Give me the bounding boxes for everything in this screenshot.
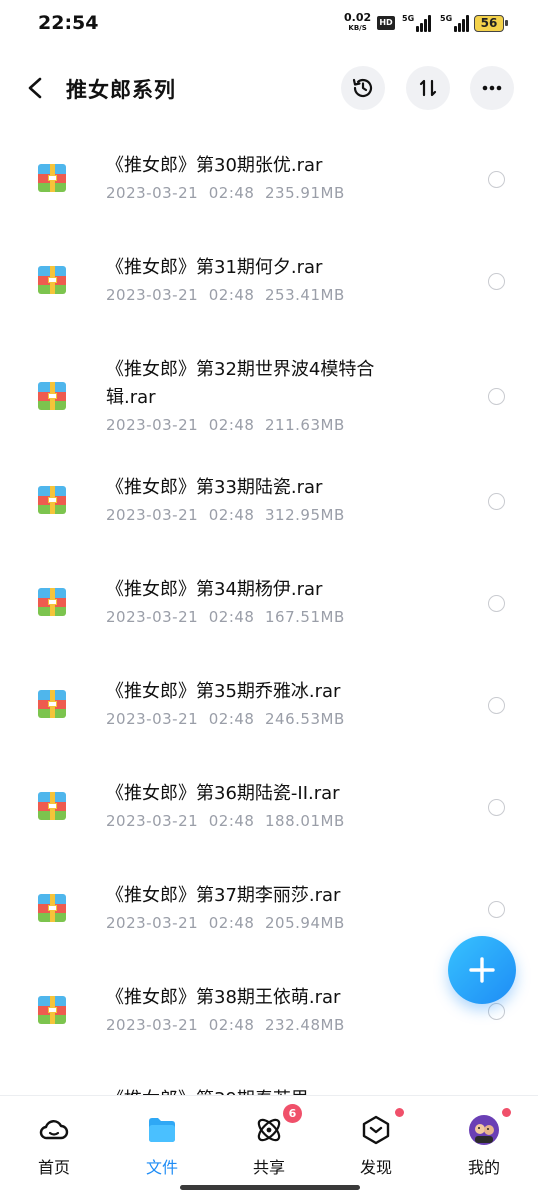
file-row[interactable]: 《推女郎》第32期世界波4模特合辑.rar 2023-03-21 02:48 2… bbox=[0, 344, 538, 454]
file-row[interactable]: 《推女郎》第31期何夕.rar 2023-03-21 02:48 253.41M… bbox=[0, 242, 538, 342]
file-meta: 2023-03-21 02:48 253.41MB bbox=[106, 286, 345, 304]
file-meta: 2023-03-21 02:48 235.91MB bbox=[106, 184, 345, 202]
avatar-icon bbox=[469, 1115, 499, 1145]
back-arrow-icon bbox=[28, 77, 42, 99]
more-button[interactable] bbox=[470, 66, 514, 110]
select-radio[interactable] bbox=[488, 799, 505, 816]
file-meta: 2023-03-21 02:48 232.48MB bbox=[106, 1016, 345, 1034]
sort-button[interactable] bbox=[406, 66, 450, 110]
signal-icon: 5G bbox=[402, 14, 432, 32]
file-row[interactable]: 《推女郎》第30期张优.rar 2023-03-21 02:48 235.91M… bbox=[0, 140, 538, 240]
file-row[interactable]: 《推女郎》第35期乔雅冰.rar 2023-03-21 02:48 246.53… bbox=[0, 666, 538, 766]
nav-item-share[interactable]: 6 共享 bbox=[229, 1104, 309, 1180]
file-meta: 2023-03-21 02:48 205.94MB bbox=[106, 914, 345, 932]
file-name: 《推女郎》第30期张优.rar bbox=[106, 155, 323, 176]
nav-item-discover[interactable]: 发现 bbox=[336, 1108, 416, 1180]
notification-badge: 6 bbox=[283, 1104, 302, 1123]
header: 推女郎系列 bbox=[0, 60, 538, 116]
notification-dot bbox=[502, 1108, 511, 1117]
nav-label: 我的 bbox=[467, 1158, 500, 1177]
select-radio[interactable] bbox=[488, 595, 505, 612]
network-speed: 0.02 KB/S bbox=[344, 11, 372, 32]
discover-icon bbox=[362, 1115, 390, 1145]
file-meta: 2023-03-21 02:48 211.63MB bbox=[106, 416, 345, 434]
nav-item-files[interactable]: 文件 bbox=[122, 1110, 202, 1180]
sort-icon bbox=[419, 79, 437, 97]
cloud-icon bbox=[39, 1120, 69, 1140]
archive-icon bbox=[38, 792, 66, 820]
file-row[interactable]: 《推女郎》第33期陆瓷.rar 2023-03-21 02:48 312.95M… bbox=[0, 462, 538, 562]
add-button[interactable] bbox=[448, 936, 516, 1004]
page-title: 推女郎系列 bbox=[66, 78, 176, 102]
archive-icon bbox=[38, 382, 66, 410]
hd-voice-icon: HD bbox=[377, 16, 395, 30]
file-meta: 2023-03-21 02:48 167.51MB bbox=[106, 608, 345, 626]
select-radio[interactable] bbox=[488, 171, 505, 188]
nav-label: 文件 bbox=[145, 1158, 178, 1177]
file-name: 《推女郎》第39期秦若思.rar bbox=[106, 1086, 426, 1095]
select-radio[interactable] bbox=[488, 697, 505, 714]
select-radio[interactable] bbox=[488, 493, 505, 510]
file-name: 《推女郎》第36期陆瓷-II.rar bbox=[106, 783, 340, 804]
history-button[interactable] bbox=[341, 66, 385, 110]
nav-item-home[interactable]: 首页 bbox=[14, 1110, 94, 1180]
file-row[interactable]: 《推女郎》第36期陆瓷-II.rar 2023-03-21 02:48 188.… bbox=[0, 768, 538, 868]
archive-icon bbox=[38, 164, 66, 192]
home-indicator[interactable] bbox=[180, 1185, 360, 1190]
nav-label: 共享 bbox=[252, 1158, 285, 1177]
notification-dot bbox=[395, 1108, 404, 1117]
nav-label: 首页 bbox=[37, 1158, 70, 1177]
file-name: 《推女郎》第38期王依萌.rar bbox=[106, 987, 341, 1008]
file-row[interactable]: 《推女郎》第39期秦若思.rar bbox=[0, 1074, 538, 1095]
archive-icon bbox=[38, 690, 66, 718]
archive-icon bbox=[38, 588, 66, 616]
status-bar: 22:54 0.02 KB/S HD 5G 5G 56 bbox=[0, 0, 538, 50]
folder-icon bbox=[149, 1118, 175, 1142]
back-button[interactable] bbox=[20, 72, 52, 104]
archive-icon bbox=[38, 266, 66, 294]
status-time: 22:54 bbox=[38, 12, 99, 34]
file-name: 《推女郎》第35期乔雅冰.rar bbox=[106, 681, 341, 702]
file-name: 《推女郎》第34期杨伊.rar bbox=[106, 579, 323, 600]
history-icon bbox=[352, 78, 373, 98]
file-name: 《推女郎》第31期何夕.rar bbox=[106, 257, 323, 278]
select-radio[interactable] bbox=[488, 273, 505, 290]
signal-icon: 5G bbox=[440, 14, 470, 32]
select-radio[interactable] bbox=[488, 388, 505, 405]
file-name: 《推女郎》第33期陆瓷.rar bbox=[106, 477, 323, 498]
archive-icon bbox=[38, 996, 66, 1024]
file-meta: 2023-03-21 02:48 188.01MB bbox=[106, 812, 345, 830]
file-name: 《推女郎》第37期李丽莎.rar bbox=[106, 885, 341, 906]
nav-label: 发现 bbox=[359, 1158, 392, 1177]
select-radio[interactable] bbox=[488, 901, 505, 918]
battery-icon: 56 bbox=[474, 15, 508, 32]
file-meta: 2023-03-21 02:48 312.95MB bbox=[106, 506, 345, 524]
plus-icon bbox=[469, 957, 495, 983]
file-name: 《推女郎》第32期世界波4模特合辑.rar bbox=[106, 359, 375, 408]
more-icon bbox=[482, 85, 502, 91]
archive-icon bbox=[38, 486, 66, 514]
share-atom-icon bbox=[257, 1118, 281, 1142]
nav-item-me[interactable]: 我的 bbox=[444, 1108, 524, 1180]
select-radio[interactable] bbox=[488, 1003, 505, 1020]
archive-icon bbox=[38, 894, 66, 922]
file-row[interactable]: 《推女郎》第34期杨伊.rar 2023-03-21 02:48 167.51M… bbox=[0, 564, 538, 664]
file-meta: 2023-03-21 02:48 246.53MB bbox=[106, 710, 345, 728]
